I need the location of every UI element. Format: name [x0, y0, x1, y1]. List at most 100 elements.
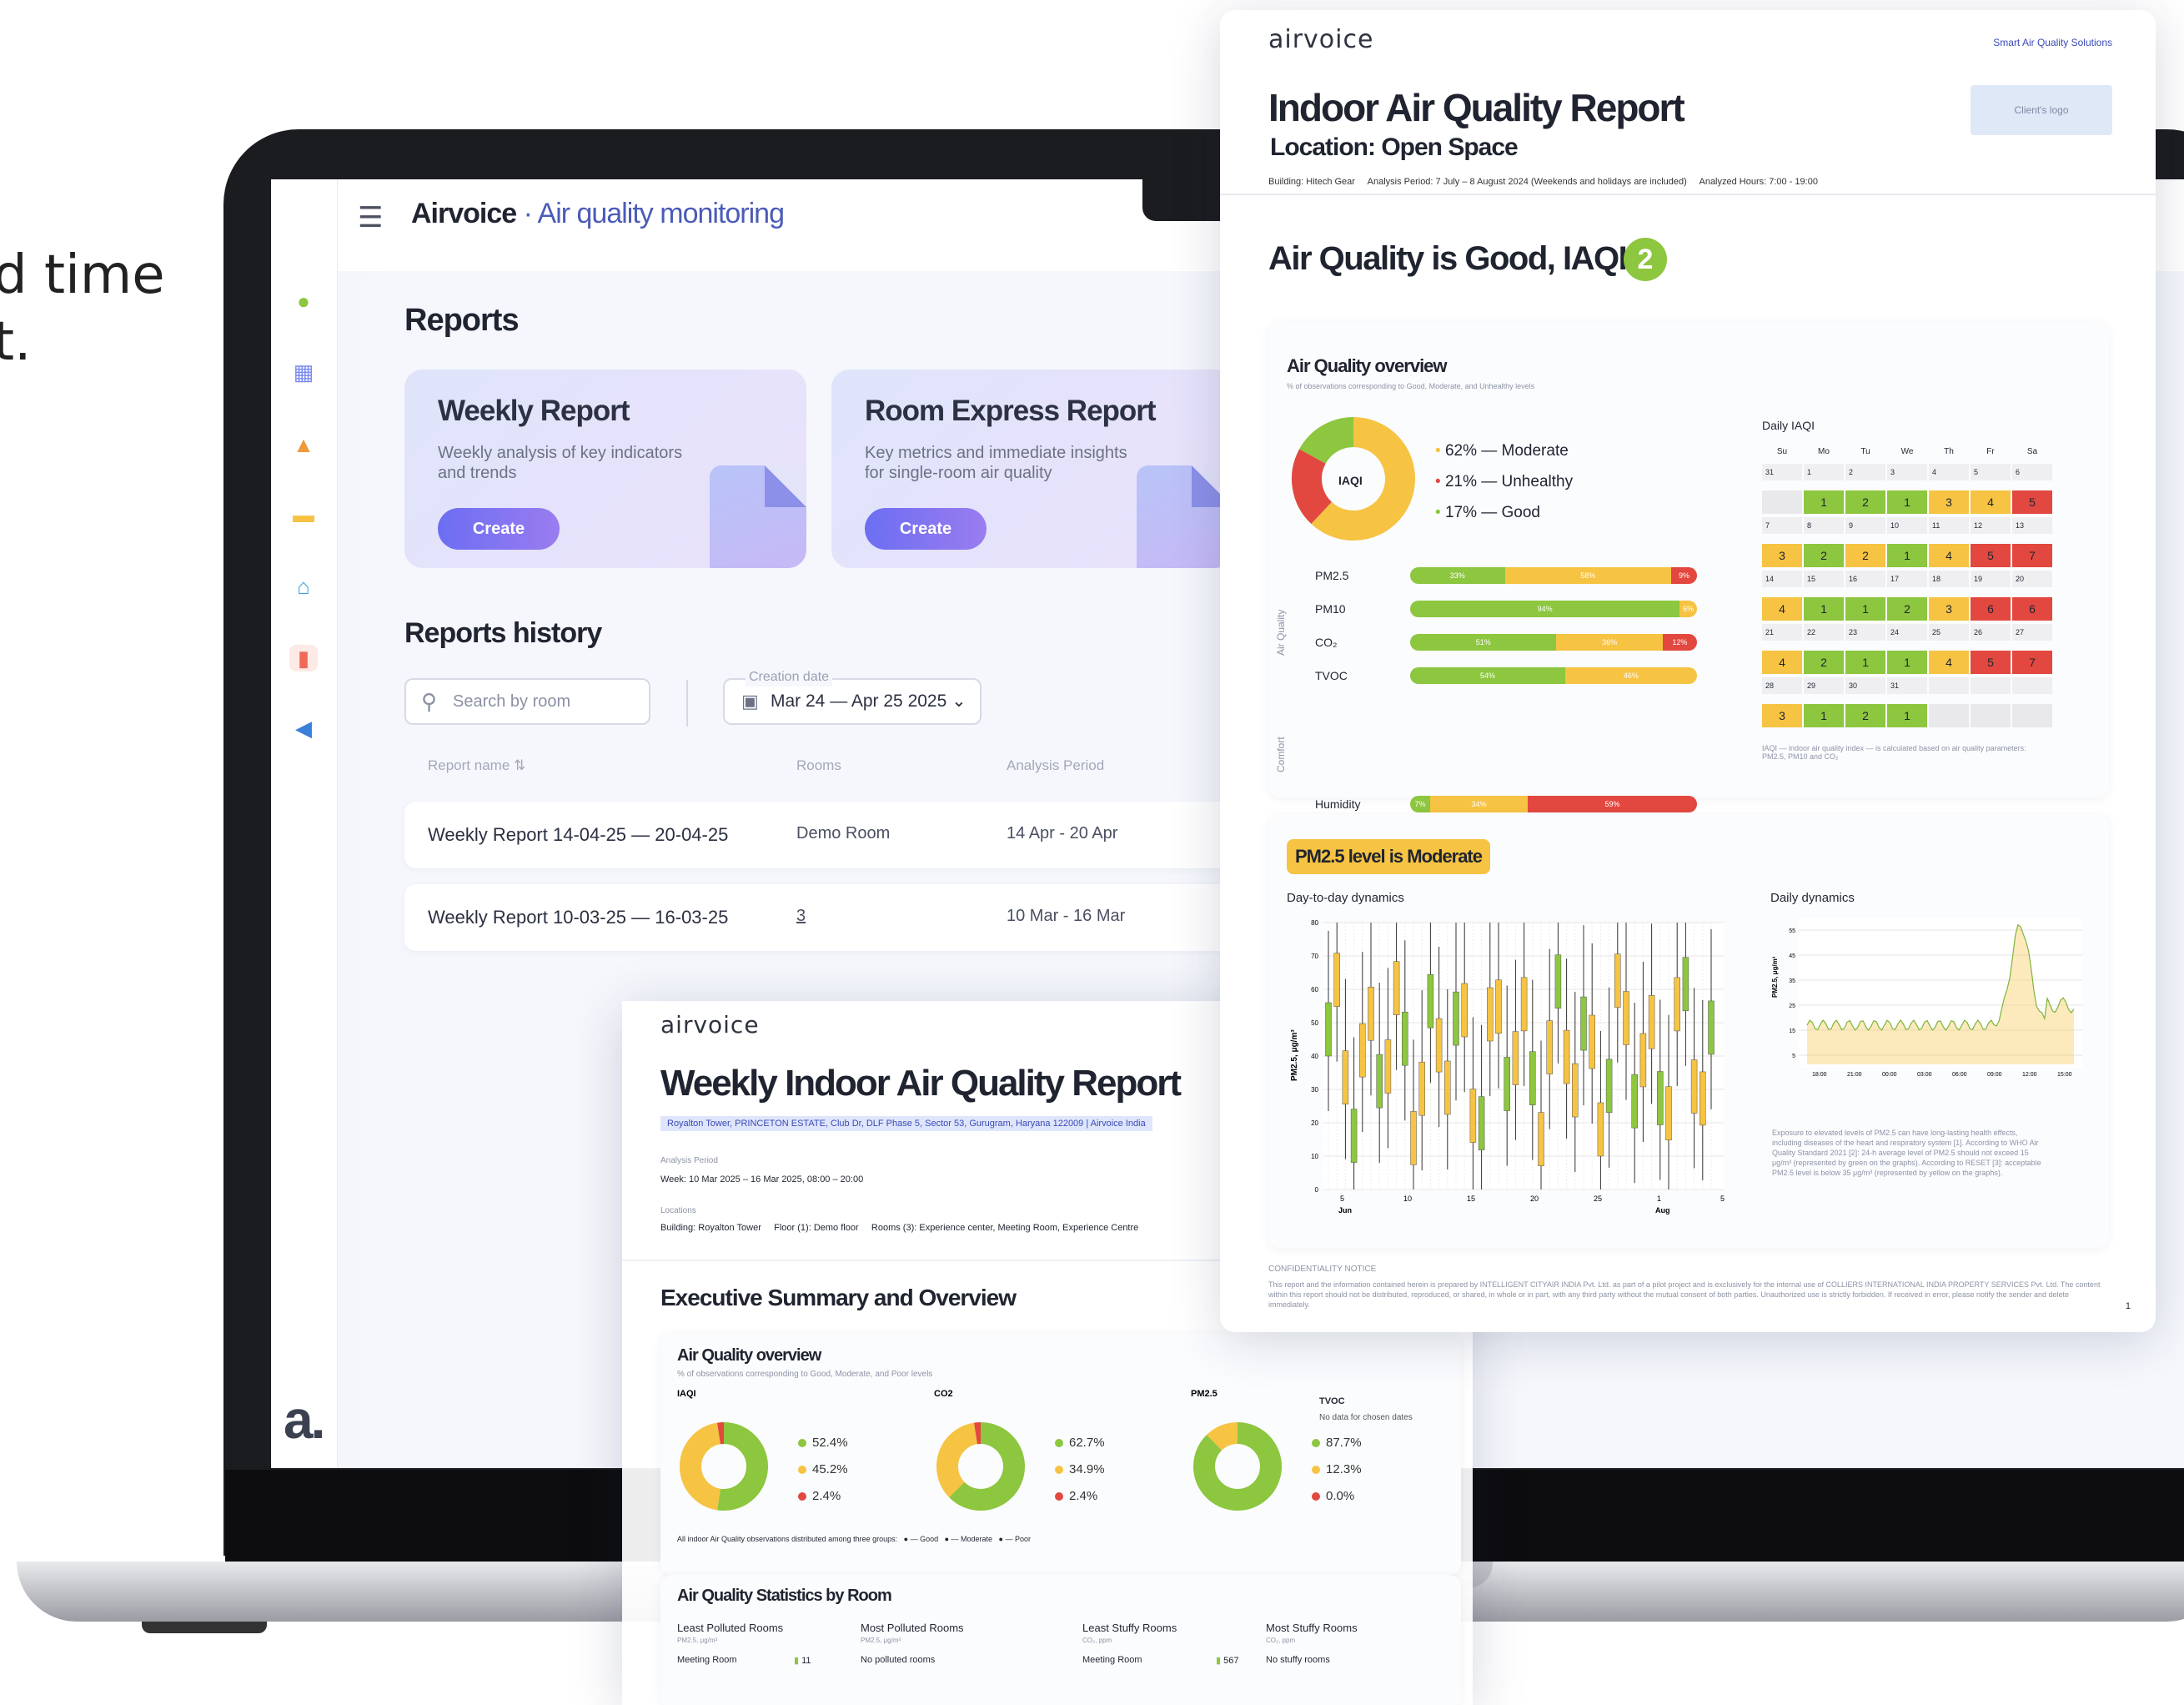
d2d-title: Day-to-day dynamics — [1287, 891, 1404, 905]
weekly-report-card[interactable]: Weekly Report Weekly analysis of key ind… — [404, 370, 806, 568]
hero-text: d time t. — [0, 242, 165, 375]
bar-label: CO₂ — [1315, 636, 1338, 649]
box — [1512, 1031, 1519, 1085]
calendar-cell: 5 — [2012, 490, 2052, 514]
stats-room: No polluted rooms — [861, 1655, 936, 1665]
box — [1538, 1112, 1544, 1166]
donut-percent: 62.7% — [1069, 1436, 1105, 1450]
weekly-donut-slice — [1207, 1422, 1238, 1451]
tvoc-label: TVOC — [1319, 1396, 1345, 1406]
bar-segment: 34% — [1430, 796, 1529, 812]
box — [1453, 991, 1459, 1046]
calendar-cell: 3 — [1762, 544, 1802, 567]
screen-icon[interactable]: ▬ — [289, 501, 318, 528]
room-express-card[interactable]: Room Express Report Key metrics and imme… — [831, 370, 1233, 568]
calendar-cell: 11 — [1929, 517, 1969, 534]
tvoc-note: No data for chosen dates — [1319, 1413, 1413, 1422]
calendar-cell: 16 — [1845, 571, 1885, 587]
menu-icon[interactable]: ☰ — [358, 201, 383, 234]
box — [1418, 1061, 1425, 1116]
search-input[interactable]: ⚲ Search by room — [404, 678, 650, 725]
calendar-cell: 23 — [1845, 624, 1885, 641]
box — [1700, 1071, 1706, 1126]
calendar-cell: 10 — [1887, 517, 1927, 534]
bar-segment: 36% — [1556, 634, 1663, 651]
donut-percent: 12.3% — [1326, 1462, 1362, 1476]
history-title: Reports history — [404, 617, 602, 649]
box — [1597, 1102, 1604, 1157]
stats-title: Air Quality Statistics by Room — [677, 1587, 892, 1605]
calendar-icon: ▣ — [741, 691, 759, 712]
stats-unit: CO₂, ppm — [1082, 1637, 1112, 1644]
calendar-cell: 4 — [1762, 597, 1802, 621]
reports-icon[interactable]: ▮ — [289, 645, 318, 671]
calendar-cell: 1 — [1845, 651, 1885, 674]
chat-icon[interactable]: ● — [289, 288, 318, 314]
daily-dynamics-chart: 55 45 35 25 15 5 18:00 21:00 00:00 03:00 06:00 09:0… — [1771, 918, 2082, 1078]
daily-title: Daily dynamics — [1770, 891, 1855, 905]
headline: Air Quality is Good, IAQI — [1268, 240, 1628, 277]
donut-percent: 0.0% — [1326, 1489, 1354, 1503]
calendar-cell: 2 — [1887, 597, 1927, 621]
pm-badge: PM2.5 level is Moderate — [1287, 839, 1490, 874]
create-weekly-button[interactable]: Create — [438, 508, 560, 550]
date-range-field[interactable]: Creation date ▣ Mar 24 — Apr 25 2025 ⌄ — [723, 668, 982, 725]
rooms-link[interactable]: 3 — [796, 907, 806, 926]
document-icon — [710, 465, 806, 568]
calendar-cell: 19 — [1971, 571, 2011, 587]
weekday-label: We — [1900, 447, 1914, 456]
calendar-cell: 15 — [1804, 571, 1844, 587]
overview-section: Air Quality overview % of observations c… — [1268, 322, 2109, 846]
locations-label: Locations — [660, 1206, 696, 1215]
calendar-cell: 5 — [1971, 464, 2011, 480]
card-desc: Weekly analysis of key indicators and tr… — [438, 444, 683, 482]
box — [1572, 1063, 1579, 1118]
parameter-bar: 54% 46% — [1410, 667, 1697, 684]
parameter-bar: 51% 36% 12% — [1410, 634, 1697, 651]
calendar-cell: 4 — [1929, 464, 1969, 480]
calendar-cell — [1762, 490, 1802, 514]
building-icon[interactable]: ▲ — [289, 431, 318, 458]
bar-segment: 33% — [1410, 567, 1505, 584]
y-tick: 25 — [1789, 1003, 1795, 1009]
period-value: Week: 10 Mar 2025 – 16 Mar 2025, 08:00 –… — [660, 1174, 864, 1184]
calendar-cell: 9 — [1845, 517, 1885, 534]
report-address: Royalton Tower, PRINCETON ESTATE, Club D… — [660, 1116, 1152, 1131]
daily-iaqi-title: Daily IAQI — [1762, 419, 1815, 432]
conf-title: CONFIDENTIALITY NOTICE — [1268, 1265, 1377, 1274]
calendar-cell: 1 — [1804, 490, 1844, 514]
calendar-cell: 21 — [1762, 624, 1802, 641]
create-express-button[interactable]: Create — [865, 508, 987, 550]
box — [1529, 1051, 1536, 1105]
iaqi-donut-slice — [1292, 449, 1333, 524]
parameter-bar: 94% 6% — [1410, 601, 1697, 617]
box — [1665, 1086, 1672, 1140]
box — [1648, 995, 1655, 1049]
table-row[interactable]: Weekly Report 14-04-25 — 20-04-25 Demo R… — [404, 802, 1322, 868]
x-tick: 5 — [1340, 1195, 1344, 1203]
calendar-cell — [2012, 704, 2052, 727]
y-tick: 60 — [1311, 986, 1318, 993]
card-desc: Key metrics and immediate insights for s… — [865, 444, 1127, 482]
calendar-cell: 13 — [2012, 517, 2052, 534]
calendar-cell: 31 — [1887, 677, 1927, 694]
donut-name: IAQI — [677, 1389, 696, 1399]
home-icon[interactable]: ⌂ — [289, 573, 318, 600]
calendar-cell: 30 — [1845, 677, 1885, 694]
y-tick: 70 — [1311, 953, 1318, 960]
col-report-name[interactable]: Report name ⇅ — [428, 757, 525, 774]
megaphone-icon[interactable]: ◀ — [289, 715, 318, 742]
calendar-cell: 4 — [1929, 544, 1969, 567]
y-tick: 30 — [1311, 1086, 1318, 1094]
conf-text: This report and the information containe… — [1268, 1280, 2101, 1309]
laptop-foot — [142, 1622, 267, 1633]
table-row[interactable]: Weekly Report 10-03-25 — 16-03-25 3 10 M… — [404, 884, 1322, 951]
box — [1589, 1014, 1595, 1069]
dashboard-icon[interactable]: ▦ — [289, 359, 318, 385]
group-comfort-label: Comfort — [1275, 737, 1287, 772]
document-icon — [1137, 465, 1233, 568]
stats-room: Meeting Room — [1082, 1655, 1142, 1665]
legend-dot — [798, 1439, 806, 1447]
x-tick: 09:00 — [1987, 1072, 2002, 1078]
section-sub: % of observations corresponding to Good,… — [1287, 382, 1535, 390]
